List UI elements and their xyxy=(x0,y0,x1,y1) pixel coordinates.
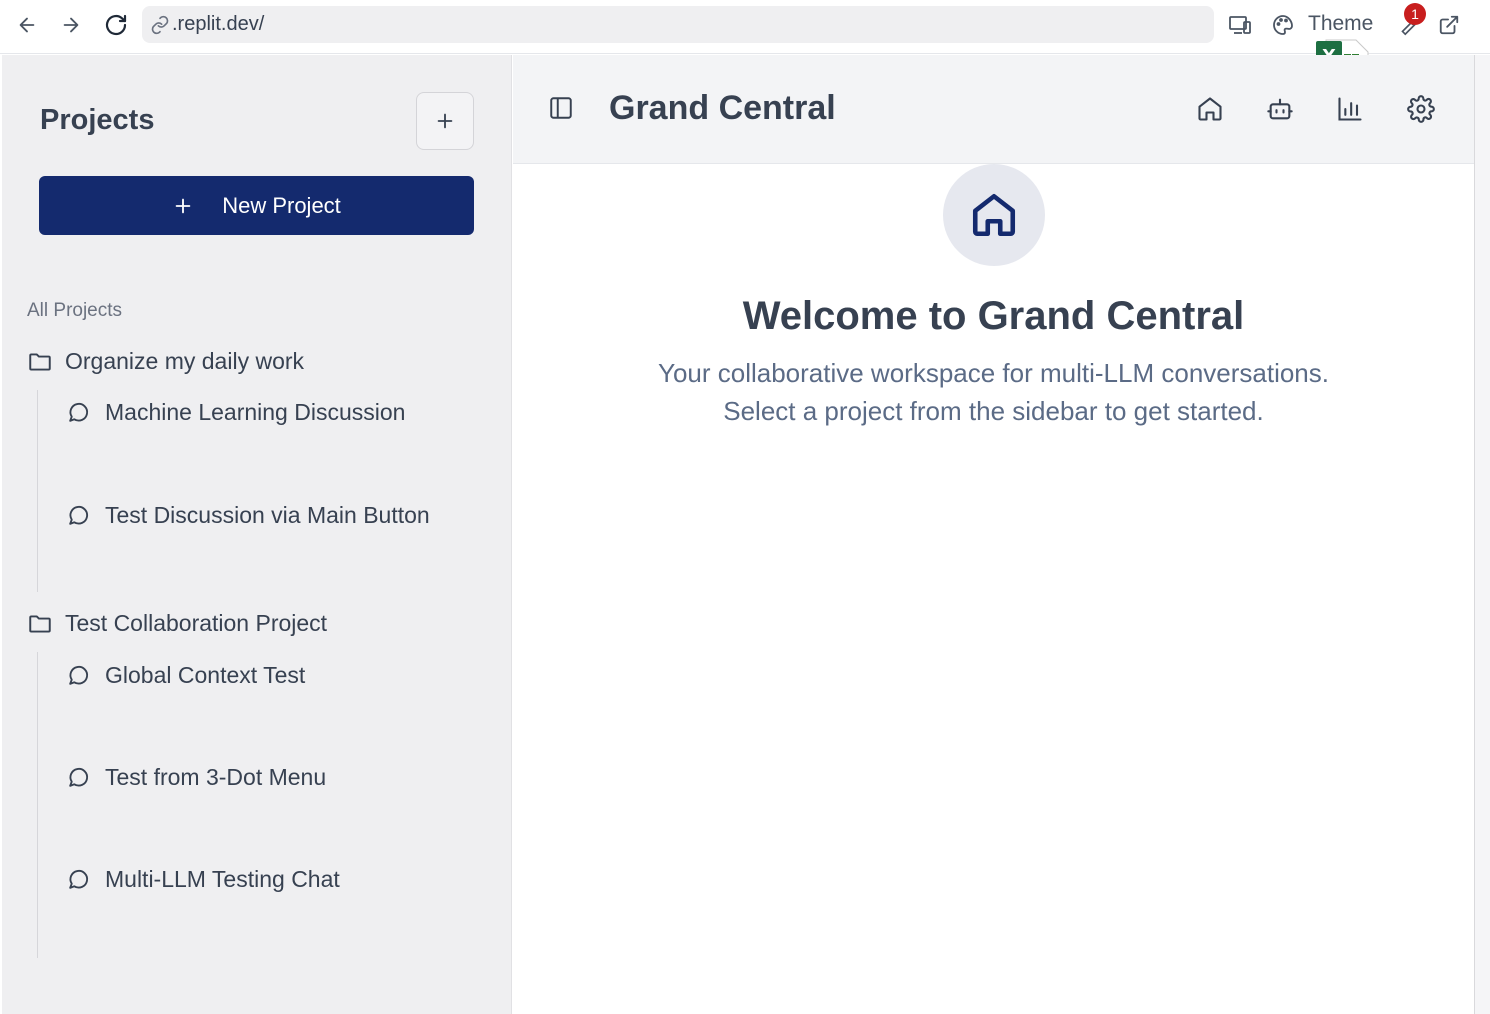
welcome-subtitle-line1: Your collaborative workspace for multi-L… xyxy=(657,358,1329,388)
sidebar-title: Projects xyxy=(40,104,155,136)
browser-toolbar: .replit.dev/ Theme 1 X xyxy=(0,0,1490,87)
address-bar[interactable]: .replit.dev/ xyxy=(142,6,1214,43)
folder-icon xyxy=(29,352,51,371)
home-icon xyxy=(972,193,1016,237)
chat-bubble-icon xyxy=(69,767,89,787)
arrow-right-icon xyxy=(63,17,79,33)
reload-button[interactable] xyxy=(101,10,131,40)
chat-bubble-icon xyxy=(69,869,89,889)
project-item[interactable]: Organize my daily work xyxy=(27,348,304,375)
bar-chart-icon[interactable] xyxy=(1336,95,1364,123)
back-button[interactable] xyxy=(12,10,42,40)
devices-icon xyxy=(1229,16,1251,34)
conversation-title: Global Context Test xyxy=(105,662,306,688)
conversation-title: Test from 3-Dot Menu xyxy=(105,764,327,790)
add-project-button[interactable] xyxy=(416,92,474,150)
welcome-home-badge xyxy=(943,164,1045,266)
chat-bubble-icon xyxy=(69,402,89,422)
project-item[interactable]: Test Collaboration Project xyxy=(27,610,327,637)
conversation-title: Multi-LLM Testing Chat xyxy=(105,866,340,892)
conversation-title: Test Discussion via Main Button xyxy=(105,502,430,528)
palette-icon xyxy=(1273,15,1293,35)
welcome-subtitle-line2: Select a project from the sidebar to get… xyxy=(723,396,1264,426)
conversation-item[interactable]: Multi-LLM Testing Chat xyxy=(66,866,340,893)
new-project-button[interactable]: New Project xyxy=(39,176,474,235)
theme-button[interactable] xyxy=(1268,10,1298,40)
theme-label[interactable]: Theme xyxy=(1308,12,1373,36)
tree-line xyxy=(37,390,38,592)
chat-bubble-icon xyxy=(69,505,89,525)
toggle-sidebar-icon[interactable] xyxy=(548,95,574,121)
project-name: Organize my daily work xyxy=(65,348,305,374)
new-project-label: New Project xyxy=(222,192,341,218)
conversation-item[interactable]: Test from 3-Dot Menu xyxy=(66,764,326,791)
open-external-button[interactable] xyxy=(1434,10,1464,40)
all-projects-label: All Projects xyxy=(27,300,123,321)
project-name: Test Collaboration Project xyxy=(65,610,328,636)
devices-button[interactable] xyxy=(1225,10,1255,40)
chat-bubble-icon xyxy=(69,665,89,685)
conversation-title: Machine Learning Discussion xyxy=(105,399,406,425)
gear-icon[interactable] xyxy=(1407,95,1435,123)
welcome-title: Welcome to Grand Central xyxy=(742,294,1245,338)
conversation-item[interactable]: Global Context Test xyxy=(66,662,305,689)
external-link-icon xyxy=(1439,15,1459,35)
reload-icon xyxy=(105,14,127,36)
bot-icon[interactable] xyxy=(1266,95,1294,123)
conversation-item[interactable]: Test Discussion via Main Button xyxy=(66,502,430,529)
forward-button[interactable] xyxy=(56,10,86,40)
arrow-left-icon xyxy=(19,17,35,33)
projects-sidebar: Projects New Project All Projects Organi… xyxy=(2,55,512,1014)
folder-icon xyxy=(29,614,51,633)
app-title: Grand Central xyxy=(609,89,836,127)
plus-icon xyxy=(175,198,191,213)
link-icon xyxy=(151,15,169,34)
app-header: Grand Central xyxy=(513,55,1474,164)
notification-badge: 1 xyxy=(1404,3,1426,25)
welcome-panel: Welcome to Grand Central Your collaborat… xyxy=(513,164,1474,1014)
window-edge xyxy=(1474,55,1490,1014)
home-icon[interactable] xyxy=(1196,95,1224,123)
tree-line xyxy=(37,652,38,958)
plus-icon xyxy=(437,113,453,129)
conversation-item[interactable]: Machine Learning Discussion xyxy=(66,399,405,426)
url-text: .replit.dev/ xyxy=(172,13,265,35)
